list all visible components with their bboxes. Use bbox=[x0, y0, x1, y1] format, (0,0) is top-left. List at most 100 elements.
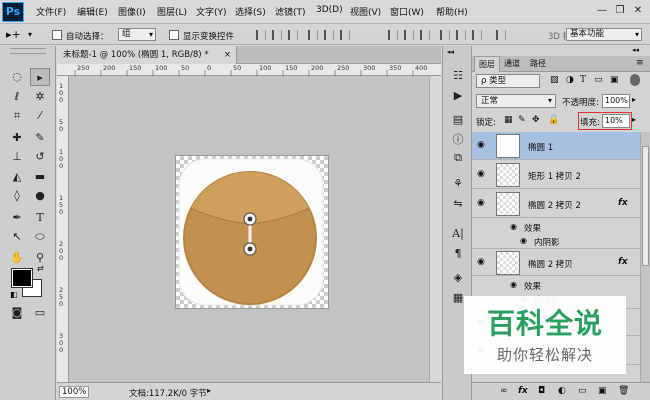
minimize-button[interactable]: — bbox=[594, 4, 610, 18]
gradient-tool-icon[interactable]: ▬ bbox=[30, 168, 50, 186]
effects-row[interactable]: ◉ 效果 bbox=[472, 220, 640, 234]
tab-layers[interactable]: 图层 bbox=[474, 56, 500, 72]
filter-adjustment-icon[interactable]: ◑ bbox=[566, 75, 574, 85]
effect-eye-icon[interactable]: ◉ bbox=[510, 222, 517, 231]
filter-shape-icon[interactable]: ▭ bbox=[594, 75, 603, 85]
panel-collapse-icon[interactable]: ◂◂ bbox=[632, 46, 639, 54]
quick-mask-icon[interactable]: ◙ bbox=[7, 304, 27, 322]
visibility-eye-icon[interactable]: ◉ bbox=[477, 257, 485, 267]
healing-brush-tool-icon[interactable]: ✚ bbox=[7, 129, 27, 147]
align-right-icon[interactable] bbox=[340, 30, 350, 40]
brush-preset-icon[interactable]: ⚘ bbox=[449, 176, 467, 192]
lock-transparent-icon[interactable]: ▦ bbox=[504, 115, 513, 125]
screen-mode-icon[interactable]: ▭ bbox=[30, 304, 50, 322]
effect-eye-icon[interactable]: ◉ bbox=[520, 236, 527, 245]
layer-list-scrollbar[interactable] bbox=[640, 132, 650, 382]
swap-colors-icon[interactable]: ⇄ bbox=[37, 264, 44, 273]
layer-row[interactable]: ◉ 矩形 1 拷贝 2 bbox=[472, 161, 640, 189]
menu-edit[interactable]: 编辑(E) bbox=[77, 5, 108, 18]
menu-3d[interactable]: 3D(D) bbox=[316, 5, 343, 15]
align-left-icon[interactable] bbox=[308, 30, 318, 40]
distribute-left-icon[interactable] bbox=[440, 30, 450, 40]
clone-stamp-tool-icon[interactable]: ⊥ bbox=[7, 148, 27, 166]
align-bottom-icon[interactable] bbox=[288, 30, 298, 40]
menu-type[interactable]: 文字(Y) bbox=[196, 5, 227, 18]
expand-dock-icon[interactable]: ◂◂ bbox=[447, 48, 454, 56]
distribute-bottom-icon[interactable] bbox=[420, 30, 430, 40]
workspace-dropdown[interactable]: 基本功能 bbox=[566, 28, 642, 41]
new-group-icon[interactable]: ▭ bbox=[578, 386, 587, 396]
layer-filter-dropdown[interactable]: ρ 类型 bbox=[476, 74, 540, 88]
lock-all-icon[interactable]: 🔒 bbox=[548, 115, 559, 125]
history-brush-tool-icon[interactable]: ↺ bbox=[30, 148, 50, 166]
canvas-vertical-scrollbar[interactable] bbox=[429, 76, 441, 382]
marquee-tool-icon[interactable]: ◌ bbox=[7, 68, 27, 86]
panel-menu-icon[interactable]: ≡ bbox=[636, 58, 644, 68]
zoom-input[interactable]: 100% bbox=[59, 386, 89, 398]
distribute-right-icon[interactable] bbox=[472, 30, 482, 40]
foreground-color-swatch[interactable] bbox=[11, 268, 33, 288]
menu-select[interactable]: 选择(S) bbox=[235, 5, 266, 18]
status-menu-arrow-icon[interactable]: ▸ bbox=[207, 386, 211, 395]
layer-row[interactable]: ◉ 椭圆 1 bbox=[472, 132, 640, 160]
add-style-icon[interactable]: fx bbox=[518, 386, 528, 396]
distribute-vcenter-icon[interactable] bbox=[404, 30, 414, 40]
magic-wand-tool-icon[interactable]: ✲ bbox=[30, 88, 50, 106]
menu-image[interactable]: 图像(I) bbox=[118, 5, 146, 18]
tab-channels[interactable]: 通道 bbox=[500, 56, 524, 72]
close-button[interactable]: ✕ bbox=[630, 4, 646, 18]
filter-smart-object-icon[interactable]: ▣ bbox=[610, 75, 619, 85]
opacity-arrow-icon[interactable]: ▸ bbox=[632, 95, 636, 104]
default-colors-icon[interactable]: ◧ bbox=[10, 290, 18, 299]
distribute-top-icon[interactable] bbox=[388, 30, 398, 40]
effects-row[interactable]: ◉ 效果 bbox=[472, 278, 640, 292]
blend-mode-dropdown[interactable]: 正常 ▾ bbox=[476, 94, 556, 108]
character-style-icon[interactable]: A| bbox=[449, 226, 467, 242]
path-selection-tool-icon[interactable]: ↖ bbox=[7, 228, 27, 246]
fill-arrow-icon[interactable]: ▸ bbox=[632, 115, 636, 124]
menu-filter[interactable]: 滤镜(T) bbox=[275, 5, 306, 18]
hand-tool-icon[interactable]: ✋ bbox=[7, 249, 27, 267]
visibility-eye-icon[interactable]: ◉ bbox=[477, 198, 485, 208]
eraser-tool-icon[interactable]: ◭ bbox=[7, 168, 27, 186]
dodge-tool-icon[interactable]: ● bbox=[30, 187, 50, 205]
layer-row[interactable]: ◉ 椭圆 2 拷贝 fx bbox=[472, 248, 640, 276]
effect-eye-icon[interactable]: ◉ bbox=[510, 280, 517, 289]
auto-select-checkbox[interactable] bbox=[52, 30, 62, 40]
move-tool-icon[interactable]: ▸ bbox=[30, 68, 50, 86]
menu-layer[interactable]: 图层(L) bbox=[157, 5, 187, 18]
menu-file[interactable]: 文件(F) bbox=[36, 5, 66, 18]
scrollbar-thumb[interactable] bbox=[642, 146, 649, 266]
delete-layer-icon[interactable]: 🗑 bbox=[618, 386, 629, 396]
document-canvas[interactable] bbox=[176, 156, 328, 308]
new-layer-icon[interactable]: ▣ bbox=[598, 386, 607, 396]
auto-select-dropdown[interactable]: 组 bbox=[118, 28, 156, 41]
distribute-hcenter-icon[interactable] bbox=[456, 30, 466, 40]
crop-tool-icon[interactable]: ⌗ bbox=[7, 107, 27, 125]
menu-window[interactable]: 窗口(W) bbox=[390, 5, 424, 18]
effect-row[interactable]: ◉ 内阴影 bbox=[472, 234, 640, 248]
filter-type-icon[interactable]: T bbox=[580, 75, 586, 85]
lock-position-icon[interactable]: ✥ bbox=[532, 115, 540, 125]
visibility-eye-icon[interactable]: ◉ bbox=[477, 140, 485, 150]
history-panel-icon[interactable]: ☷ bbox=[449, 68, 467, 84]
layer-row[interactable]: ◉ 椭圆 2 拷贝 2 fx bbox=[472, 190, 640, 218]
actions-panel-icon[interactable]: ▶ bbox=[449, 88, 467, 104]
adjustments-panel-icon[interactable]: ⇋ bbox=[449, 196, 467, 212]
menu-help[interactable]: 帮助(H) bbox=[436, 5, 468, 18]
show-transform-checkbox[interactable] bbox=[169, 30, 179, 40]
auto-align-icon[interactable] bbox=[496, 30, 506, 40]
ellipse-tool-icon[interactable]: ⬭ bbox=[30, 228, 50, 246]
pen-tool-icon[interactable]: ✒ bbox=[7, 209, 27, 227]
blur-tool-icon[interactable]: ◊ bbox=[7, 187, 27, 205]
link-layers-icon[interactable]: ∞ bbox=[500, 386, 508, 396]
eyedropper-tool-icon[interactable]: ⁄ bbox=[30, 107, 50, 125]
filter-pixel-icon[interactable]: ▨ bbox=[550, 75, 559, 85]
layer-effects-icon[interactable]: fx bbox=[618, 257, 628, 267]
paragraph-panel-icon[interactable]: ¶ bbox=[449, 246, 467, 262]
restore-button[interactable]: ❐ bbox=[612, 4, 628, 18]
character-panel-icon[interactable]: ▤ bbox=[449, 112, 467, 128]
filter-toggle[interactable] bbox=[630, 74, 640, 86]
info-panel-icon[interactable]: ⓘ bbox=[449, 132, 467, 148]
lock-image-icon[interactable]: ✎ bbox=[518, 115, 526, 125]
